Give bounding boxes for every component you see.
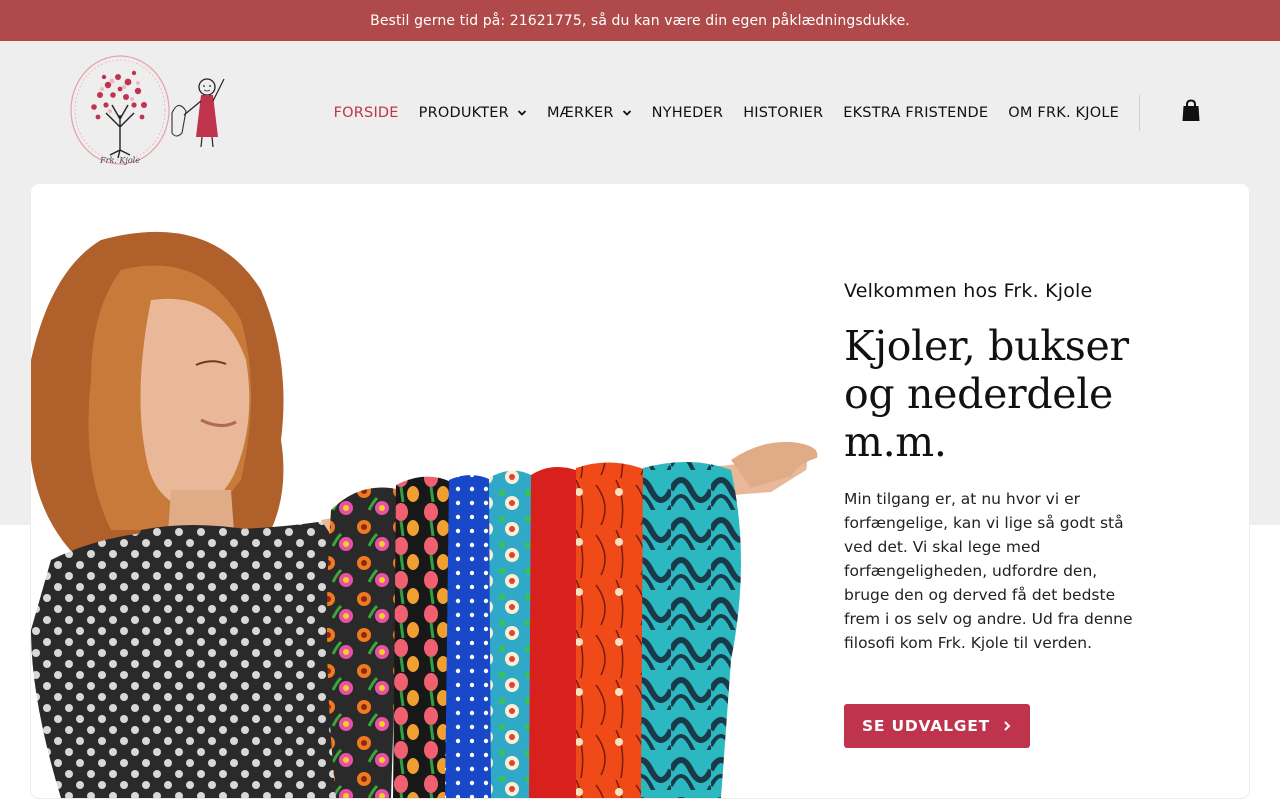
shopping-bag-icon[interactable] xyxy=(1181,99,1201,123)
hero-text-block: Velkommen hos Frk. Kjole Kjoler, bukser … xyxy=(844,280,1144,655)
svg-text:Frk. Kjole: Frk. Kjole xyxy=(99,156,140,165)
nav-item-ekstra-fristende[interactable]: EKSTRA FRISTENDE xyxy=(843,105,988,121)
nav-item-label: MÆRKER xyxy=(546,104,614,121)
nav-item-historier[interactable]: HISTORIER xyxy=(743,105,823,121)
nav-item-forside[interactable]: FORSIDE xyxy=(334,105,399,121)
nav-item-label: HISTORIER xyxy=(743,104,824,121)
announcement-text: Bestil gerne tid på: 21621775, så du kan… xyxy=(370,12,910,29)
site-header: Frk. Kjole FORSIDE PRODUKTER MÆRKER NYHE… xyxy=(0,41,1280,184)
chevron-down-icon xyxy=(517,109,527,116)
nav-divider xyxy=(1139,94,1140,131)
nav-item-maerker[interactable]: MÆRKER xyxy=(547,105,632,121)
nav-item-nyheder[interactable]: NYHEDER xyxy=(652,105,724,121)
nav-item-label: PRODUKTER xyxy=(418,104,509,121)
hero-image xyxy=(31,230,821,798)
announcement-bar: Bestil gerne tid på: 21621775, så du kan… xyxy=(0,0,1280,41)
hero-description: Min tilgang er, at nu hvor vi er forfæng… xyxy=(844,490,1133,652)
nav-item-om-frk-kjole[interactable]: OM FRK. KJOLE xyxy=(1008,105,1119,121)
hero-eyebrow: Velkommen hos Frk. Kjole xyxy=(844,280,1093,302)
nav-item-label: FORSIDE xyxy=(333,104,399,121)
nav-item-produkter[interactable]: PRODUKTER xyxy=(419,105,527,121)
nav-item-label: NYHEDER xyxy=(651,104,724,121)
nav-item-label: OM FRK. KJOLE xyxy=(1008,104,1119,121)
nav-item-label: EKSTRA FRISTENDE xyxy=(843,104,989,121)
frk-kjole-logo[interactable]: Frk. Kjole xyxy=(68,55,228,169)
see-selection-button[interactable]: SE UDVALGET xyxy=(844,704,1030,748)
chevron-down-icon xyxy=(622,109,631,116)
chevron-right-icon xyxy=(1004,721,1011,731)
main-navigation: FORSIDE PRODUKTER MÆRKER NYHEDER HISTORI… xyxy=(314,41,1140,184)
hero-card: Velkommen hos Frk. Kjole Kjoler, bukser … xyxy=(31,184,1249,798)
cta-label: SE UDVALGET xyxy=(861,717,991,735)
hero-headline: Kjoler, bukser og nederdele m.m. xyxy=(844,322,1129,466)
